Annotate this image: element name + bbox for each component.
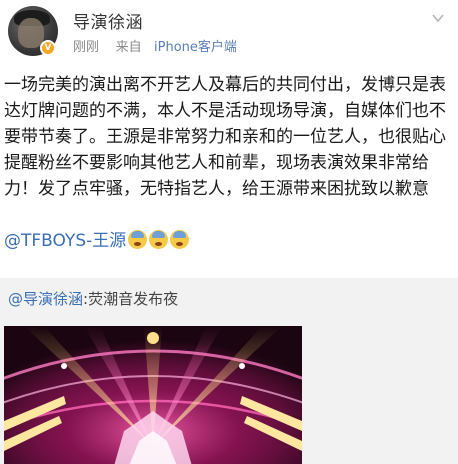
mention-line: @TFBOYS-王源 — [4, 228, 190, 254]
vip-badge-icon: V — [40, 40, 56, 56]
mention-link[interactable]: @TFBOYS-王源 — [4, 231, 126, 251]
post-body: 一场完美的演出离不开艺人及幕后的共同付出，发博只是表达灯牌问题的不满，本人不是活… — [4, 75, 446, 199]
retweet-content: :荧潮音发布夜 — [83, 290, 179, 308]
scared-face-emoji — [149, 230, 169, 249]
retweet-box[interactable]: @导演徐涵:荧潮音发布夜 — [0, 278, 458, 464]
source-prefix: 来自 — [115, 40, 142, 55]
username[interactable]: 导演徐涵 — [73, 8, 143, 33]
scared-face-emoji — [128, 230, 148, 249]
retweet-text: @导演徐涵:荧潮音发布夜 — [8, 288, 178, 309]
post-header: V 导演徐涵 刚刚 来自 iPhone客户端 — [0, 0, 458, 68]
stage-photo — [4, 326, 302, 464]
post-time: 刚刚 — [73, 40, 100, 55]
scared-face-emoji — [170, 230, 190, 249]
retweet-user-link[interactable]: @导演徐涵 — [8, 290, 83, 308]
chevron-down-icon[interactable] — [432, 12, 444, 24]
post-source[interactable]: iPhone客户端 — [154, 40, 237, 55]
post-meta: 刚刚 来自 iPhone客户端 — [73, 36, 237, 55]
retweet-image[interactable] — [4, 326, 302, 464]
